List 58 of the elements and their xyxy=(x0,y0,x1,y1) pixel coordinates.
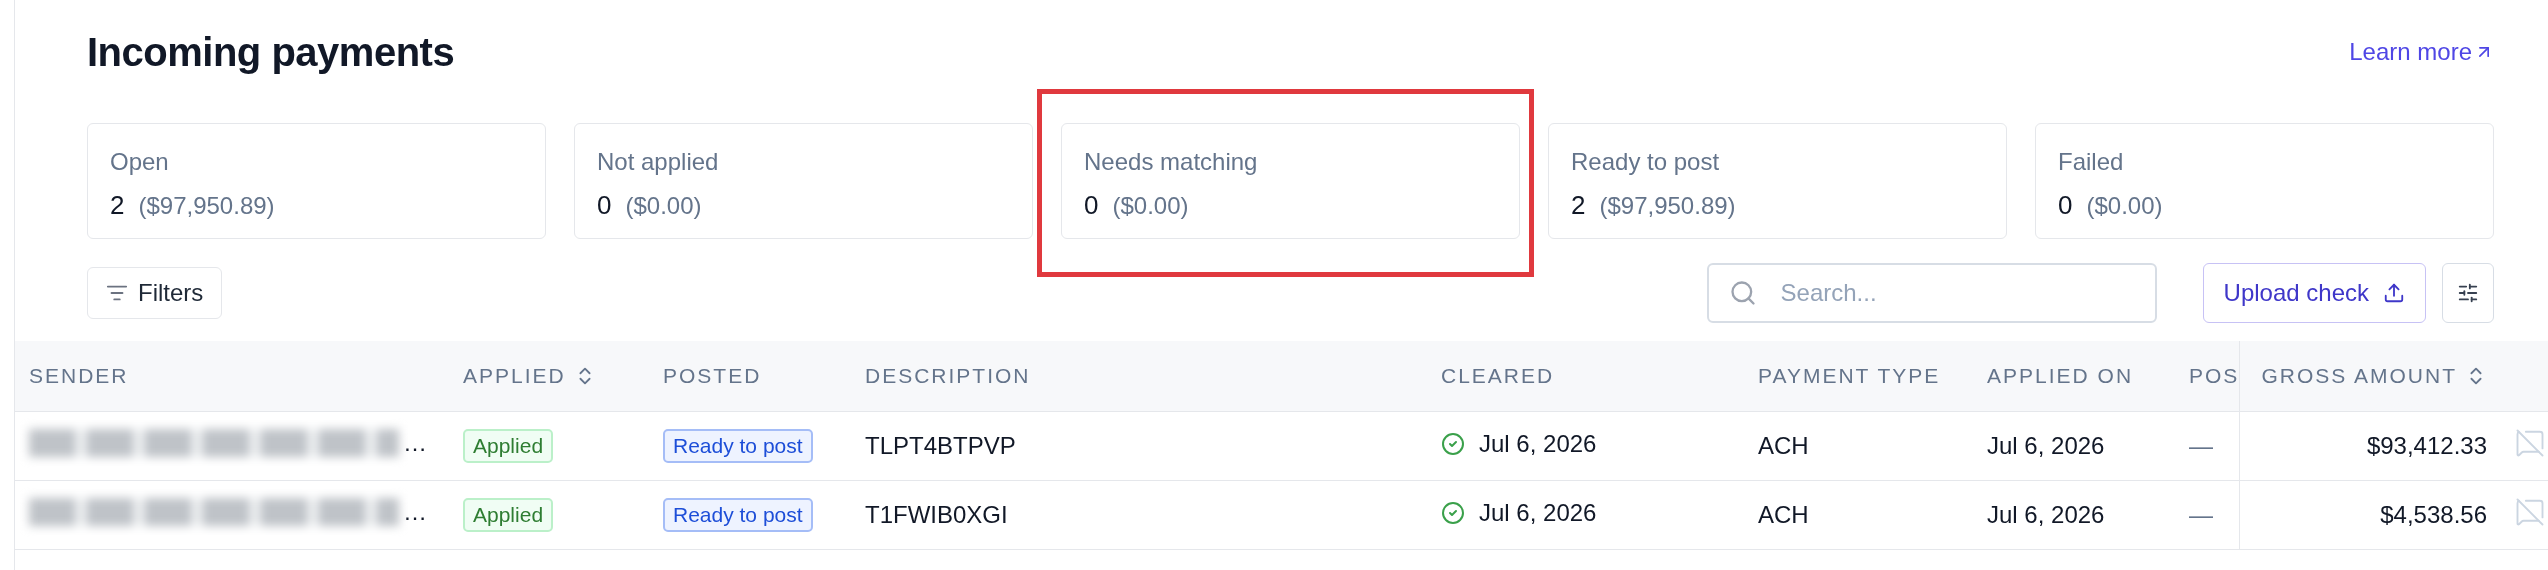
column-header: POS xyxy=(2175,341,2239,412)
column-header: CLEARED xyxy=(1427,341,1744,412)
summary-card[interactable]: Failed 0 ($0.00) xyxy=(2035,123,2494,239)
sender-name: … xyxy=(403,498,427,526)
table-cell: TLPT4BTPVP xyxy=(851,411,1427,481)
upload-check-button[interactable]: Upload check xyxy=(2202,263,2426,323)
cleared-date: Jul 6, 2026 xyxy=(1479,499,1597,527)
card-label: Failed xyxy=(2058,148,2125,176)
card-count: 2 xyxy=(110,190,125,221)
card-amount: ($0.00) xyxy=(625,192,702,220)
card-amount: ($97,950.89) xyxy=(1599,192,1736,220)
card-label: Not applied xyxy=(597,148,720,176)
column-header: APPLIED ON xyxy=(1973,341,2175,412)
settings-icon xyxy=(2457,282,2479,304)
summary-card[interactable]: Open 2 ($97,950.89) xyxy=(87,123,546,239)
card-count: 2 xyxy=(1571,190,1586,221)
summary-card[interactable]: Not applied 0 ($0.00) xyxy=(574,123,1033,239)
table-cell: T1FWIB0XGI xyxy=(851,480,1427,550)
settings-button[interactable] xyxy=(2442,263,2494,323)
learn-more-link[interactable]: Learn more xyxy=(2349,38,2494,66)
status-badge: Applied xyxy=(463,429,554,463)
status-badge: Ready to post xyxy=(663,498,813,532)
summary-card[interactable]: Ready to post 2 ($97,950.89) xyxy=(1548,123,2007,239)
column-header[interactable]: GROSS AMOUNT xyxy=(2239,341,2501,412)
filters-button[interactable]: Filters xyxy=(87,267,223,319)
column-header: POSTED xyxy=(649,341,851,412)
search-icon xyxy=(1728,279,1757,307)
upload-icon xyxy=(2383,282,2405,304)
table-cell: Jul 6, 2026 xyxy=(1973,411,2175,481)
status-badge: Ready to post xyxy=(663,429,813,463)
card-label: Open xyxy=(110,148,170,176)
card-count: 0 xyxy=(597,190,612,221)
comment-off-icon[interactable] xyxy=(2515,428,2545,458)
card-amount: ($0.00) xyxy=(1112,192,1189,220)
table-cell: — xyxy=(2189,432,2213,459)
table-cell: — xyxy=(2189,501,2213,528)
card-count: 0 xyxy=(1084,190,1099,221)
table-cell: Jul 6, 2026 xyxy=(1973,480,2175,550)
table-cell: ACH xyxy=(1744,480,1973,550)
column-header: PAYMENT TYPE xyxy=(1744,341,1973,412)
card-count: 0 xyxy=(2058,190,2073,221)
table-cell: ACH xyxy=(1744,411,1973,481)
sender-name: … xyxy=(403,429,427,457)
amount-cell: $4,538.56 xyxy=(2239,480,2501,550)
comment-off-icon[interactable] xyxy=(2515,497,2545,527)
cleared-date: Jul 6, 2026 xyxy=(1479,430,1597,458)
card-amount: ($0.00) xyxy=(2086,192,2163,220)
column-header[interactable]: APPLIED xyxy=(449,341,649,412)
column-header: DESCRIPTION xyxy=(851,341,1427,412)
amount-cell: $93,412.33 xyxy=(2239,411,2501,481)
card-amount: ($97,950.89) xyxy=(138,192,275,220)
status-badge: Applied xyxy=(463,498,554,532)
page-title: Incoming payments xyxy=(87,29,455,75)
card-label: Ready to post xyxy=(1571,148,1721,176)
column-header: SENDER xyxy=(15,341,449,412)
card-label: Needs matching xyxy=(1084,148,1259,176)
search-field[interactable]: Search... xyxy=(1706,263,2157,323)
summary-card[interactable]: Needs matching 0 ($0.00) xyxy=(1061,123,1520,239)
